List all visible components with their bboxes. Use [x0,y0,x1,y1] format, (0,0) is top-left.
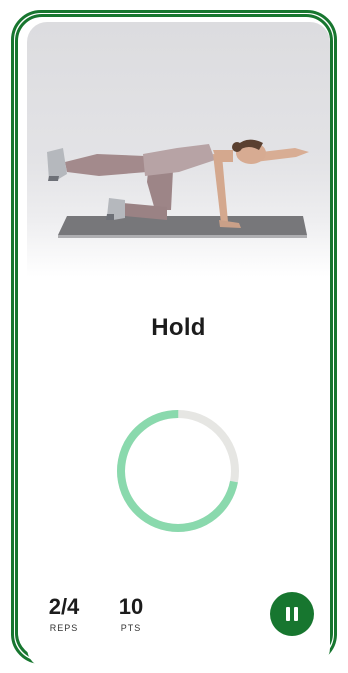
yoga-mat [58,216,307,235]
points-label: PTS [120,623,142,633]
reps-value: 2/4 [48,594,80,619]
workout-screen: Hold 2/4 REPS 10 PTS [27,22,330,668]
points-value: 10 [118,594,144,619]
pause-button[interactable] [270,592,314,636]
support-arm [213,154,228,223]
exercise-photo [27,22,330,277]
torso [143,144,215,176]
extended-leg [65,154,147,176]
exercise-illustration [47,139,309,238]
hold-timer-ring [117,410,239,532]
phase-title: Hold [151,314,206,341]
points-counter: 10 PTS [111,594,151,634]
timer-progress [117,410,239,532]
reps-label: REPS [49,623,79,633]
shoe-extended [47,148,67,180]
pause-icon [284,607,300,621]
reps-counter: 2/4 REPS [39,594,89,634]
